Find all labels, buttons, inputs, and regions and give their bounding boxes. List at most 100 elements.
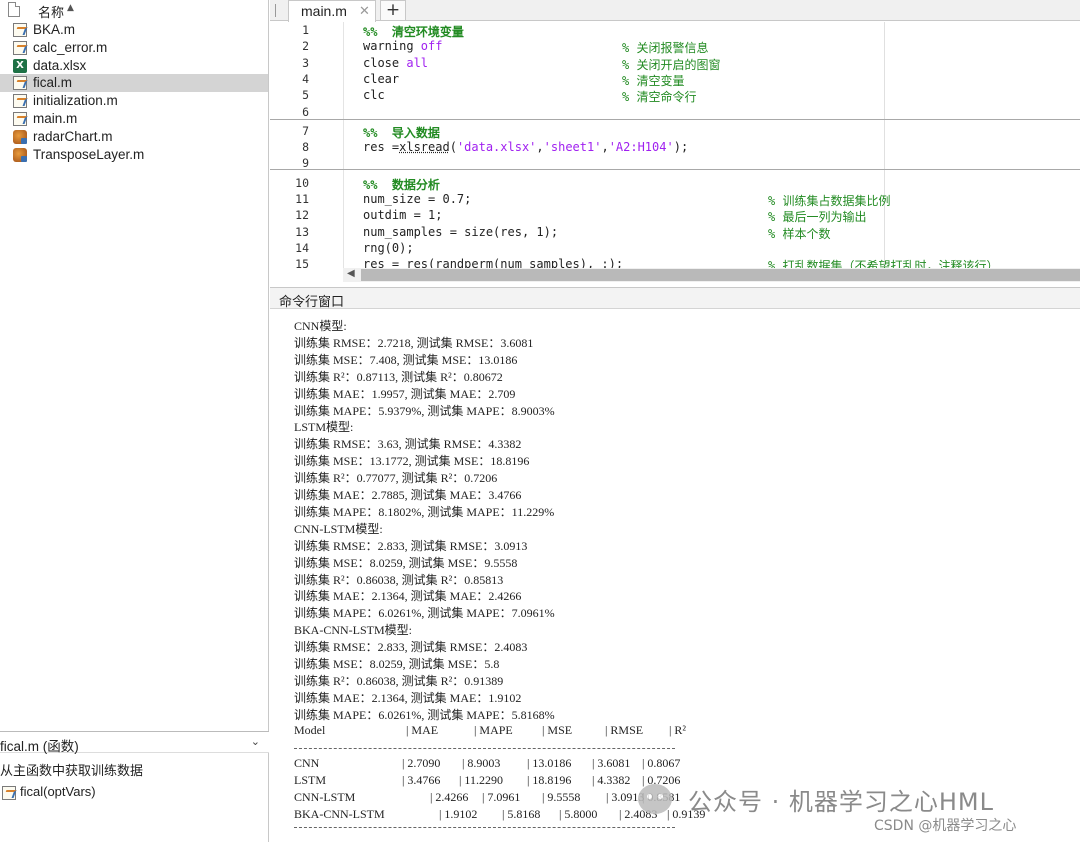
file-name: radarChart.m (33, 128, 113, 144)
output-line: 训练集 MAE：2.7885, 测试集 MAE：3.4766 (294, 488, 522, 502)
table-separator (294, 826, 675, 828)
line-number: 2 (302, 39, 309, 54)
file-item[interactable]: radarChart.m (0, 128, 268, 146)
file-item[interactable]: Xdata.xlsx (0, 57, 268, 75)
code-comment: % 打乱数据集（不希望打乱时，注释该行） (768, 259, 999, 268)
excel-file-icon: X (13, 58, 27, 73)
file-item[interactable]: main.m (0, 110, 268, 128)
string-literal: off (420, 39, 443, 54)
code-line[interactable]: 15 res = res(randperm(num_samples), :); % … (270, 256, 1080, 268)
file-item[interactable]: calc_error.m (0, 39, 268, 57)
file-item[interactable]: fical.m (0, 74, 268, 93)
code-line[interactable]: 11 num_size = 0.7;% 训练集占数据集比例 (270, 191, 1080, 208)
tab-main-m[interactable]: main.m ✕ (288, 0, 376, 22)
code-token: , (536, 140, 544, 155)
function-signature: fical(optVars) (20, 784, 96, 799)
output-line: 训练集 R²：0.86038, 测试集 R²：0.85813 (294, 572, 504, 587)
file-list-header[interactable]: 名称 ▲ (0, 0, 269, 21)
table-cell: | 18.8196 (527, 772, 572, 787)
sort-ascending-icon: ▲ (67, 3, 74, 13)
file-item[interactable]: BKA.m (0, 21, 268, 39)
output-line: 训练集 MSE：13.1772, 测试集 MSE：18.8196 (294, 454, 530, 469)
file-item[interactable]: TransposeLayer.m (0, 146, 268, 164)
line-number: 15 (295, 257, 309, 268)
matlab-function-icon (13, 23, 27, 37)
new-tab-button[interactable]: + (380, 0, 406, 21)
matlab-function-icon (13, 40, 27, 55)
horizontal-scrollbar[interactable]: ◀ (343, 268, 1080, 282)
section-header: %% 导入数据 (363, 125, 440, 140)
code-token: res = (363, 140, 400, 155)
table-cell: CNN-LSTM (294, 789, 356, 804)
code-token: rng(0); (363, 240, 414, 255)
line-number: 11 (295, 192, 309, 206)
scroll-left-icon[interactable]: ◀ (347, 268, 355, 279)
code-line[interactable]: 2 warning off% 关闭报警信息 (270, 38, 1080, 55)
chevron-down-icon[interactable]: ⌄ (251, 735, 260, 748)
table-header-cell: | MAE (406, 722, 439, 737)
name-column-header[interactable]: 名称 (38, 2, 64, 21)
code-line[interactable]: 14 rng(0); (270, 240, 1080, 256)
code-line[interactable]: 8 res =xlsread('data.xlsx','sheet1','A2:H… (270, 139, 1080, 155)
watermark: 公众号 · 机器学习之心HML CSDN @机器学习之心 (628, 780, 1080, 842)
code-token: res = res(randperm(num_samples), :); (363, 257, 624, 268)
line-number: 13 (295, 224, 309, 239)
code-line[interactable]: 1 %% 清空环境变量 (270, 22, 1080, 39)
code-line[interactable]: 10 %% 数据分析 (270, 175, 1080, 192)
close-icon[interactable]: ✕ (359, 3, 370, 19)
code-line[interactable]: 13 num_samples = size(res, 1);% 样本个数 (270, 224, 1080, 241)
code-token: warning (363, 39, 421, 54)
tab-bar-grip[interactable] (275, 4, 276, 17)
file-item[interactable]: initialization.m (0, 92, 268, 110)
editor-panel: main.m ✕ + 1%% 清空环境变量 2 warning off% 关闭报警信… (270, 0, 1080, 286)
table-header-cell: | MAPE (474, 722, 513, 737)
code-token: , (601, 140, 609, 155)
file-name: fical.m (33, 75, 73, 91)
function-selector[interactable]: fical.m (函数) ⌄ (0, 731, 269, 754)
line-number: 10 (295, 175, 309, 190)
scrollbar-thumb[interactable] (361, 269, 1080, 281)
output-line: 训练集 RMSE：2.7218, 测试集 RMSE：3.6081 (294, 335, 534, 350)
function-signature-item[interactable]: fical(optVars) (0, 784, 269, 802)
function-description: 从主函数中获取训练数据 (0, 764, 144, 779)
code-text: outdim = 1; (363, 208, 442, 222)
table-cell: | 0.8067 (642, 755, 681, 770)
code-line[interactable]: 6 (270, 104, 1080, 120)
table-header-cell: | R² (669, 722, 687, 737)
matlab-function-icon (13, 94, 27, 109)
line-number: 4 (302, 71, 309, 86)
code-text: num_samples = size(res, 1); (363, 225, 558, 239)
file-name: BKA.m (33, 22, 76, 37)
table-cell: CNN (294, 755, 320, 770)
line-number: 5 (302, 88, 309, 103)
cell-divider (270, 119, 1080, 120)
code-text: num_size = 0.7; (363, 192, 471, 206)
code-token: num_samples = size(res, 1); (363, 224, 559, 239)
code-token: num_size = 0.7; (363, 192, 472, 206)
output-line: 训练集 RMSE：3.63, 测试集 RMSE：4.3382 (294, 437, 522, 452)
code-line[interactable]: 12 outdim = 1;% 最后一列为输出 (270, 207, 1080, 224)
function-selector-label: fical.m (函数) (0, 739, 79, 754)
code-line[interactable]: 7 %% 导入数据 (270, 123, 1080, 140)
table-cell: | 3.6081 (592, 755, 631, 770)
code-area[interactable]: 1%% 清空环境变量 2 warning off% 关闭报警信息 3 close all… (270, 22, 1080, 268)
output-line: 训练集 MAE：2.1364, 测试集 MAE：2.4266 (294, 589, 522, 604)
string-literal: 'data.xlsx' (456, 140, 537, 155)
code-line[interactable]: 3 close all% 关闭开启的图窗 (270, 55, 1080, 72)
table-cell: | 5.8168 (502, 806, 541, 821)
output-line: 训练集 R²：0.77077, 测试集 R²：0.7206 (294, 471, 498, 486)
table-cell: | 7.0961 (482, 789, 521, 804)
line-number: 12 (295, 208, 309, 223)
file-name: calc_error.m (33, 39, 108, 55)
code-token: xlsread (399, 140, 450, 155)
code-token: close (363, 55, 407, 70)
line-number: 1 (302, 23, 309, 37)
code-line[interactable]: 4 clear% 清空变量 (270, 71, 1080, 88)
table-cell: | 3.4766 (402, 772, 441, 787)
file-type-column-icon (8, 2, 20, 17)
table-cell: | 2.7090 (402, 755, 441, 770)
file-list: BKA.m calc_error.m Xdata.xlsx fical.m initia… (0, 21, 268, 163)
code-line[interactable]: 5 clc% 清空命令行 (270, 87, 1080, 104)
command-window[interactable]: 命令行窗口 CNN模型: 训练集 RMSE：2.7218, 测试集 RMSE：3.… (270, 287, 1080, 842)
string-literal: 'A2:H104' (608, 140, 674, 155)
